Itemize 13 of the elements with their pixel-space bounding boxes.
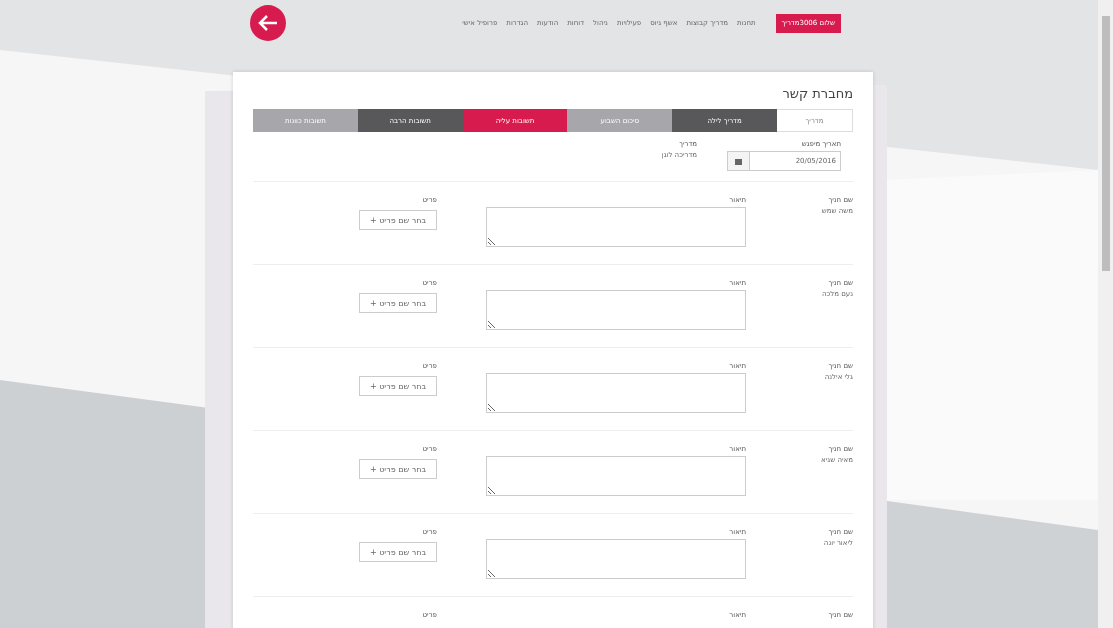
note-field[interactable] (486, 539, 746, 579)
page-title: מחברת קשר (781, 86, 853, 101)
note-field[interactable] (486, 373, 746, 413)
choose-item-button[interactable]: בחר שם פריט + (359, 459, 437, 479)
scrollbar[interactable] (1098, 0, 1113, 628)
calendar-button[interactable] (727, 151, 749, 171)
choose-item-button[interactable]: בחר שם פריט + (359, 376, 437, 396)
note-field[interactable] (486, 207, 746, 247)
note-field[interactable] (486, 456, 746, 496)
note-field[interactable] (486, 290, 746, 330)
choose-item-button[interactable]: בחר שם פריט + (359, 542, 437, 562)
choose-item-button[interactable]: בחר שם פריט + (359, 293, 437, 313)
choose-item-button[interactable]: בחר שם פריט + (359, 210, 437, 230)
